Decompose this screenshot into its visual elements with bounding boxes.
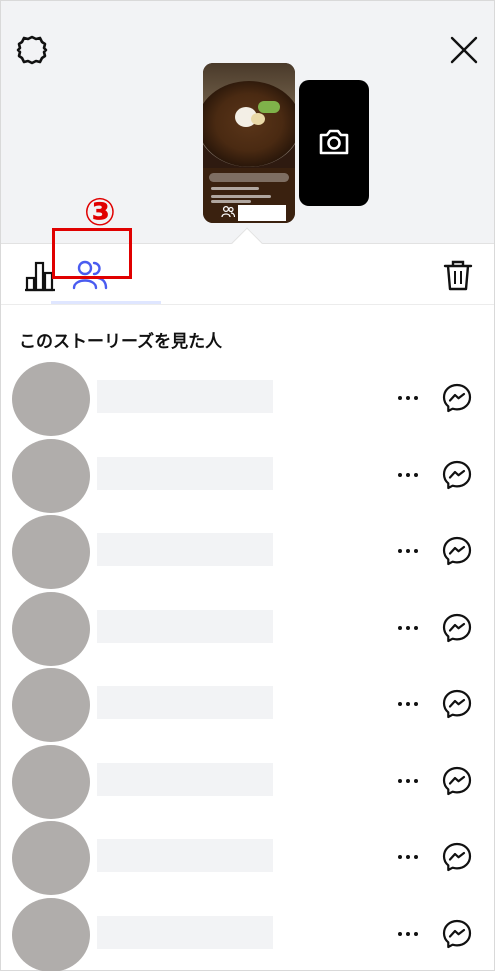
viewer-row[interactable] xyxy=(1,896,494,971)
redacted-username[interactable] xyxy=(97,609,273,643)
camera-icon xyxy=(319,129,349,155)
messenger-icon[interactable] xyxy=(441,535,473,567)
messenger-icon[interactable] xyxy=(441,841,473,873)
avatar[interactable] xyxy=(12,438,90,513)
viewer-row[interactable] xyxy=(1,513,494,590)
redacted-view-count xyxy=(238,205,286,221)
avatar[interactable] xyxy=(12,744,90,819)
messenger-icon[interactable] xyxy=(441,612,473,644)
ramen-greens xyxy=(258,101,280,113)
viewer-row[interactable] xyxy=(1,666,494,743)
messenger-icon[interactable] xyxy=(441,382,473,414)
viewer-row[interactable] xyxy=(1,819,494,896)
more-icon[interactable] xyxy=(396,463,420,487)
more-icon[interactable] xyxy=(396,769,420,793)
redacted-username[interactable] xyxy=(97,456,273,490)
avatar[interactable] xyxy=(12,362,90,436)
active-tab-indicator xyxy=(51,301,161,304)
viewer-row[interactable] xyxy=(1,360,494,437)
story-preview-area xyxy=(1,1,494,244)
redacted-username[interactable] xyxy=(97,762,273,796)
redacted-username[interactable] xyxy=(97,533,273,566)
messenger-icon[interactable] xyxy=(441,688,473,720)
close-icon[interactable] xyxy=(447,33,481,67)
story-thumbnail[interactable] xyxy=(203,63,295,223)
ramen-yolk xyxy=(251,113,265,125)
avatar[interactable] xyxy=(12,591,90,666)
step-number-annotation: ③ xyxy=(83,190,117,234)
avatar[interactable] xyxy=(12,897,90,971)
redacted-username[interactable] xyxy=(97,915,273,949)
viewers-section-title: このストーリーズを見た人 xyxy=(19,332,223,352)
trash-icon[interactable] xyxy=(443,259,473,291)
viewer-row[interactable] xyxy=(1,590,494,667)
viewers-list xyxy=(1,360,494,971)
redacted-username[interactable] xyxy=(97,839,273,872)
redacted-username[interactable] xyxy=(97,380,273,413)
more-icon[interactable] xyxy=(396,616,420,640)
messenger-icon[interactable] xyxy=(441,459,473,491)
more-icon[interactable] xyxy=(396,922,420,946)
messenger-icon[interactable] xyxy=(441,918,473,950)
messenger-icon[interactable] xyxy=(441,765,473,797)
more-icon[interactable] xyxy=(396,845,420,869)
more-icon[interactable] xyxy=(396,386,420,410)
add-story-card[interactable] xyxy=(299,80,369,206)
viewer-row[interactable] xyxy=(1,743,494,820)
people-icon xyxy=(221,205,235,218)
more-icon[interactable] xyxy=(396,539,420,563)
gear-icon[interactable] xyxy=(15,33,49,67)
thumbnail-caption-line xyxy=(211,200,251,203)
avatar[interactable] xyxy=(12,821,90,895)
thumbnail-caption-line xyxy=(211,195,271,198)
redacted-username[interactable] xyxy=(97,686,273,719)
more-icon[interactable] xyxy=(396,692,420,716)
thumbnail-caption-line xyxy=(211,187,259,190)
avatar[interactable] xyxy=(12,515,90,589)
avatar[interactable] xyxy=(12,668,90,742)
viewers-tab-highlight xyxy=(52,228,132,279)
viewer-row[interactable] xyxy=(1,437,494,514)
thumbnail-caption-pill xyxy=(209,173,289,182)
